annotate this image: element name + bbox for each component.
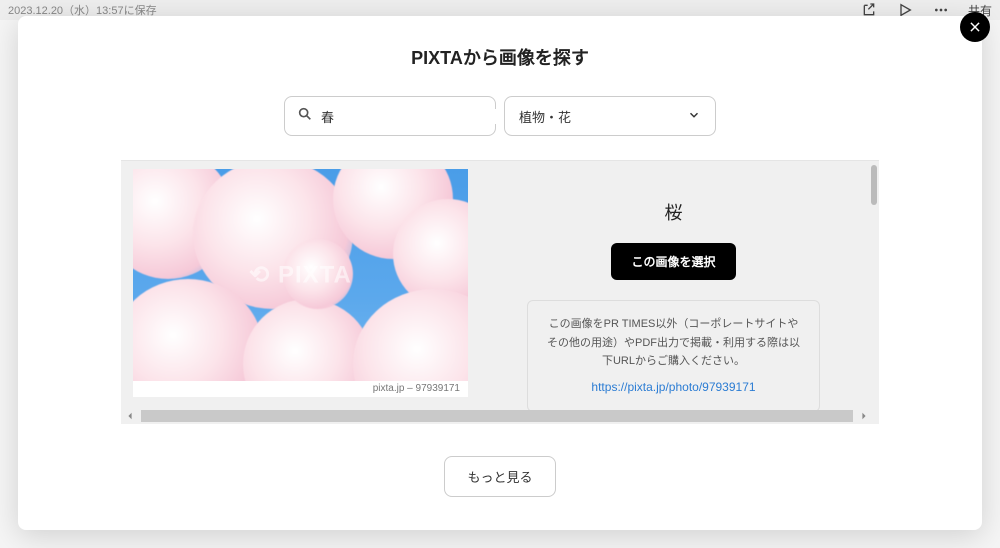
image-title: 桜 — [665, 199, 683, 225]
load-more-button[interactable]: もっと見る — [444, 456, 555, 497]
watermark: ⟲ PIXTA — [249, 261, 352, 290]
vertical-scrollbar[interactable] — [869, 161, 879, 410]
search-controls: 植物・花 — [284, 96, 716, 136]
purchase-link[interactable]: https://pixta.jp/photo/97939171 — [544, 377, 803, 397]
image-caption: pixta.jp – 97939171 — [133, 383, 468, 397]
horizontal-scrollbar[interactable] — [125, 410, 869, 422]
search-box[interactable] — [284, 96, 496, 136]
scroll-right-icon[interactable] — [859, 411, 869, 421]
purchase-note: この画像をPR TIMES以外（コーポレートサイトやその他の用途）やPDF出力で… — [527, 300, 820, 412]
image-preview[interactable]: ⟲ PIXTA pixta.jp – 97939171 — [133, 169, 468, 397]
select-image-button[interactable]: この画像を選択 — [611, 243, 735, 280]
close-button[interactable] — [960, 12, 990, 42]
category-value: 植物・花 — [519, 107, 571, 126]
note-text: この画像をPR TIMES以外（コーポレートサイトやその他の用途）やPDF出力で… — [547, 318, 800, 367]
search-input[interactable] — [321, 109, 497, 124]
result-panel: ⟲ PIXTA pixta.jp – 97939171 桜 この画像を選択 この… — [121, 160, 879, 424]
category-select[interactable]: 植物・花 — [504, 96, 716, 136]
image-thumbnail: ⟲ PIXTA — [133, 169, 468, 381]
modal-title: PIXTAから画像を探す — [411, 44, 589, 70]
horizontal-scroll-track[interactable] — [141, 410, 853, 422]
search-icon — [297, 106, 313, 127]
vertical-scroll-thumb[interactable] — [871, 165, 877, 205]
image-detail: 桜 この画像を選択 この画像をPR TIMES以外（コーポレートサイトやその他の… — [468, 161, 879, 424]
chevron-down-icon — [687, 108, 701, 125]
image-search-modal: PIXTAから画像を探す 植物・花 — [18, 16, 982, 530]
scroll-left-icon[interactable] — [125, 411, 135, 421]
